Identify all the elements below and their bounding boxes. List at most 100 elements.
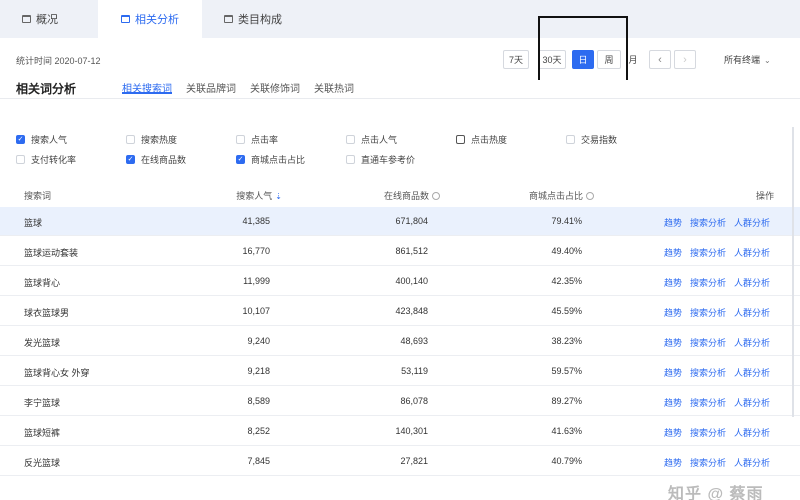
column-header-search-popularity[interactable]: 搜索人气 ⇣ [236, 189, 282, 202]
table-row[interactable]: 李宁篮球 8,589 86,078 89.27% 趋势 搜索分析 人群分析 [0, 387, 800, 416]
metric-label: 搜索人气 [31, 135, 68, 145]
table-header: 搜索词 搜索人气 ⇣ 在线商品数 商城点击占比 操作 [0, 183, 800, 207]
trend-link[interactable]: 趋势 [664, 396, 682, 409]
table-row[interactable]: 反光篮球 7,845 27,821 40.79% 趋势 搜索分析 人群分析 [0, 447, 800, 476]
table-row[interactable]: 球衣篮球男 10,107 423,848 45.59% 趋势 搜索分析 人群分析 [0, 297, 800, 326]
column-header-online-products[interactable]: 在线商品数 [384, 189, 440, 202]
trend-link[interactable]: 趋势 [664, 306, 682, 319]
subtab-modifier-words[interactable]: 关联修饰词 [250, 80, 300, 95]
crowd-analysis-link[interactable]: 人群分析 [734, 456, 770, 469]
home-icon [121, 15, 130, 23]
range-week-button[interactable]: 周 [597, 50, 621, 69]
search-analysis-link[interactable]: 搜索分析 [690, 276, 726, 289]
crowd-analysis-link[interactable]: 人群分析 [734, 396, 770, 409]
range-30-days-button[interactable]: 30天 [538, 50, 566, 69]
trend-link[interactable]: 趋势 [664, 426, 682, 439]
search-analysis-link[interactable]: 搜索分析 [690, 306, 726, 319]
range-day-button[interactable]: 日 [572, 50, 594, 69]
metric-label: 交易指数 [581, 135, 618, 145]
subtab-related-search-words[interactable]: 相关搜索词 [122, 80, 172, 95]
range-month-button[interactable]: 月 [624, 50, 642, 69]
next-period-button[interactable]: › [674, 50, 696, 69]
online-products-cell: 27,821 [400, 456, 428, 466]
search-analysis-link[interactable]: 搜索分析 [690, 426, 726, 439]
search-popularity-cell: 16,770 [242, 246, 270, 256]
metric-checkbox-ztc-price[interactable]: 直通车参考价 [346, 153, 415, 166]
row-actions: 趋势 搜索分析 人群分析 [664, 366, 778, 379]
trend-link[interactable]: 趋势 [664, 366, 682, 379]
scrollbar[interactable] [792, 127, 794, 417]
subtab-hot-words[interactable]: 关联热词 [314, 80, 354, 95]
mall-click-ratio-cell: 41.63% [551, 426, 582, 436]
mall-click-ratio-cell: 45.59% [551, 306, 582, 316]
metric-label: 点击热度 [471, 135, 508, 145]
row-actions: 趋势 搜索分析 人群分析 [664, 306, 778, 319]
metric-checkbox-click-rate[interactable]: 点击率 [236, 133, 278, 146]
metric-checkbox-search-popularity[interactable]: ✓ 搜索人气 [16, 133, 67, 146]
search-analysis-link[interactable]: 搜索分析 [690, 216, 726, 229]
tab-label: 相关分析 [135, 14, 179, 26]
table-row[interactable]: 篮球运动套装 16,770 861,512 49.40% 趋势 搜索分析 人群分析 [0, 237, 800, 266]
checkbox-icon [456, 135, 465, 144]
help-icon [586, 192, 594, 200]
row-actions: 趋势 搜索分析 人群分析 [664, 426, 778, 439]
tab-related-analysis[interactable]: 相关分析 [98, 0, 202, 38]
search-analysis-link[interactable]: 搜索分析 [690, 246, 726, 259]
metric-checkbox-pay-conversion[interactable]: 支付转化率 [16, 153, 76, 166]
mall-click-ratio-cell: 38.23% [551, 336, 582, 346]
column-header-mall-click-ratio[interactable]: 商城点击占比 [529, 189, 594, 202]
checkbox-icon [236, 135, 245, 144]
metric-label: 直通车参考价 [361, 155, 416, 165]
metric-checkbox-click-popularity[interactable]: 点击人气 [346, 133, 397, 146]
trend-link[interactable]: 趋势 [664, 336, 682, 349]
search-analysis-link[interactable]: 搜索分析 [690, 336, 726, 349]
crowd-analysis-link[interactable]: 人群分析 [734, 306, 770, 319]
tab-label: 概况 [36, 14, 58, 26]
tab-label: 类目构成 [238, 14, 282, 26]
table-row[interactable]: 篮球背心 11,999 400,140 42.35% 趋势 搜索分析 人群分析 [0, 267, 800, 296]
search-analysis-link[interactable]: 搜索分析 [690, 396, 726, 409]
crowd-analysis-link[interactable]: 人群分析 [734, 216, 770, 229]
checkbox-icon [346, 155, 355, 164]
check-icon: ✓ [236, 155, 245, 164]
sort-icon: ⇣ [275, 192, 282, 201]
metric-checkbox-search-heat[interactable]: 搜索热度 [126, 133, 177, 146]
column-header-actions: 操作 [756, 191, 775, 201]
range-7-days-button[interactable]: 7天 [503, 50, 529, 69]
panel-title: 相关词分析 [16, 82, 77, 96]
search-analysis-link[interactable]: 搜索分析 [690, 456, 726, 469]
mall-click-ratio-cell: 49.40% [551, 246, 582, 256]
metric-label: 点击人气 [361, 135, 398, 145]
search-analysis-link[interactable]: 搜索分析 [690, 366, 726, 379]
table-row[interactable]: 篮球 41,385 671,804 79.41% 趋势 搜索分析 人群分析 [0, 207, 800, 236]
metric-checkbox-mall-click-ratio[interactable]: ✓ 商城点击占比 [236, 153, 305, 166]
crowd-analysis-link[interactable]: 人群分析 [734, 426, 770, 439]
prev-period-button[interactable]: ‹ [649, 50, 671, 69]
online-products-cell: 48,693 [400, 336, 428, 346]
crowd-analysis-link[interactable]: 人群分析 [734, 276, 770, 289]
trend-link[interactable]: 趋势 [664, 276, 682, 289]
column-header-label: 搜索人气 [236, 191, 273, 201]
table-row[interactable]: 发光篮球 9,240 48,693 38.23% 趋势 搜索分析 人群分析 [0, 327, 800, 356]
keyword-cell: 篮球背心女 外穿 [24, 368, 90, 378]
crowd-analysis-link[interactable]: 人群分析 [734, 246, 770, 259]
mall-click-ratio-cell: 79.41% [551, 216, 582, 226]
table-row[interactable]: 篮球背心女 外穿 9,218 53,119 59.57% 趋势 搜索分析 人群分析 [0, 357, 800, 386]
metric-checkbox-trade-index[interactable]: 交易指数 [566, 133, 617, 146]
chevron-left-icon: ‹ [658, 53, 662, 66]
metric-checkbox-click-heat[interactable]: 点击热度 [456, 133, 507, 146]
crowd-analysis-link[interactable]: 人群分析 [734, 336, 770, 349]
trend-link[interactable]: 趋势 [664, 246, 682, 259]
subtab-brand-words[interactable]: 关联品牌词 [186, 80, 236, 95]
metric-checkbox-online-products[interactable]: ✓ 在线商品数 [126, 153, 186, 166]
row-actions: 趋势 搜索分析 人群分析 [664, 276, 778, 289]
table-row[interactable]: 篮球短裤 8,252 140,301 41.63% 趋势 搜索分析 人群分析 [0, 417, 800, 446]
terminal-select[interactable]: 所有终端 ⌄ [724, 53, 771, 66]
crowd-analysis-link[interactable]: 人群分析 [734, 366, 770, 379]
keyword-cell: 篮球 [24, 218, 43, 228]
trend-link[interactable]: 趋势 [664, 216, 682, 229]
tab-overview[interactable]: 概况 [22, 0, 58, 38]
trend-link[interactable]: 趋势 [664, 456, 682, 469]
keyword-cell: 球衣篮球男 [24, 308, 70, 318]
tab-category-composition[interactable]: 类目构成 [224, 0, 282, 38]
